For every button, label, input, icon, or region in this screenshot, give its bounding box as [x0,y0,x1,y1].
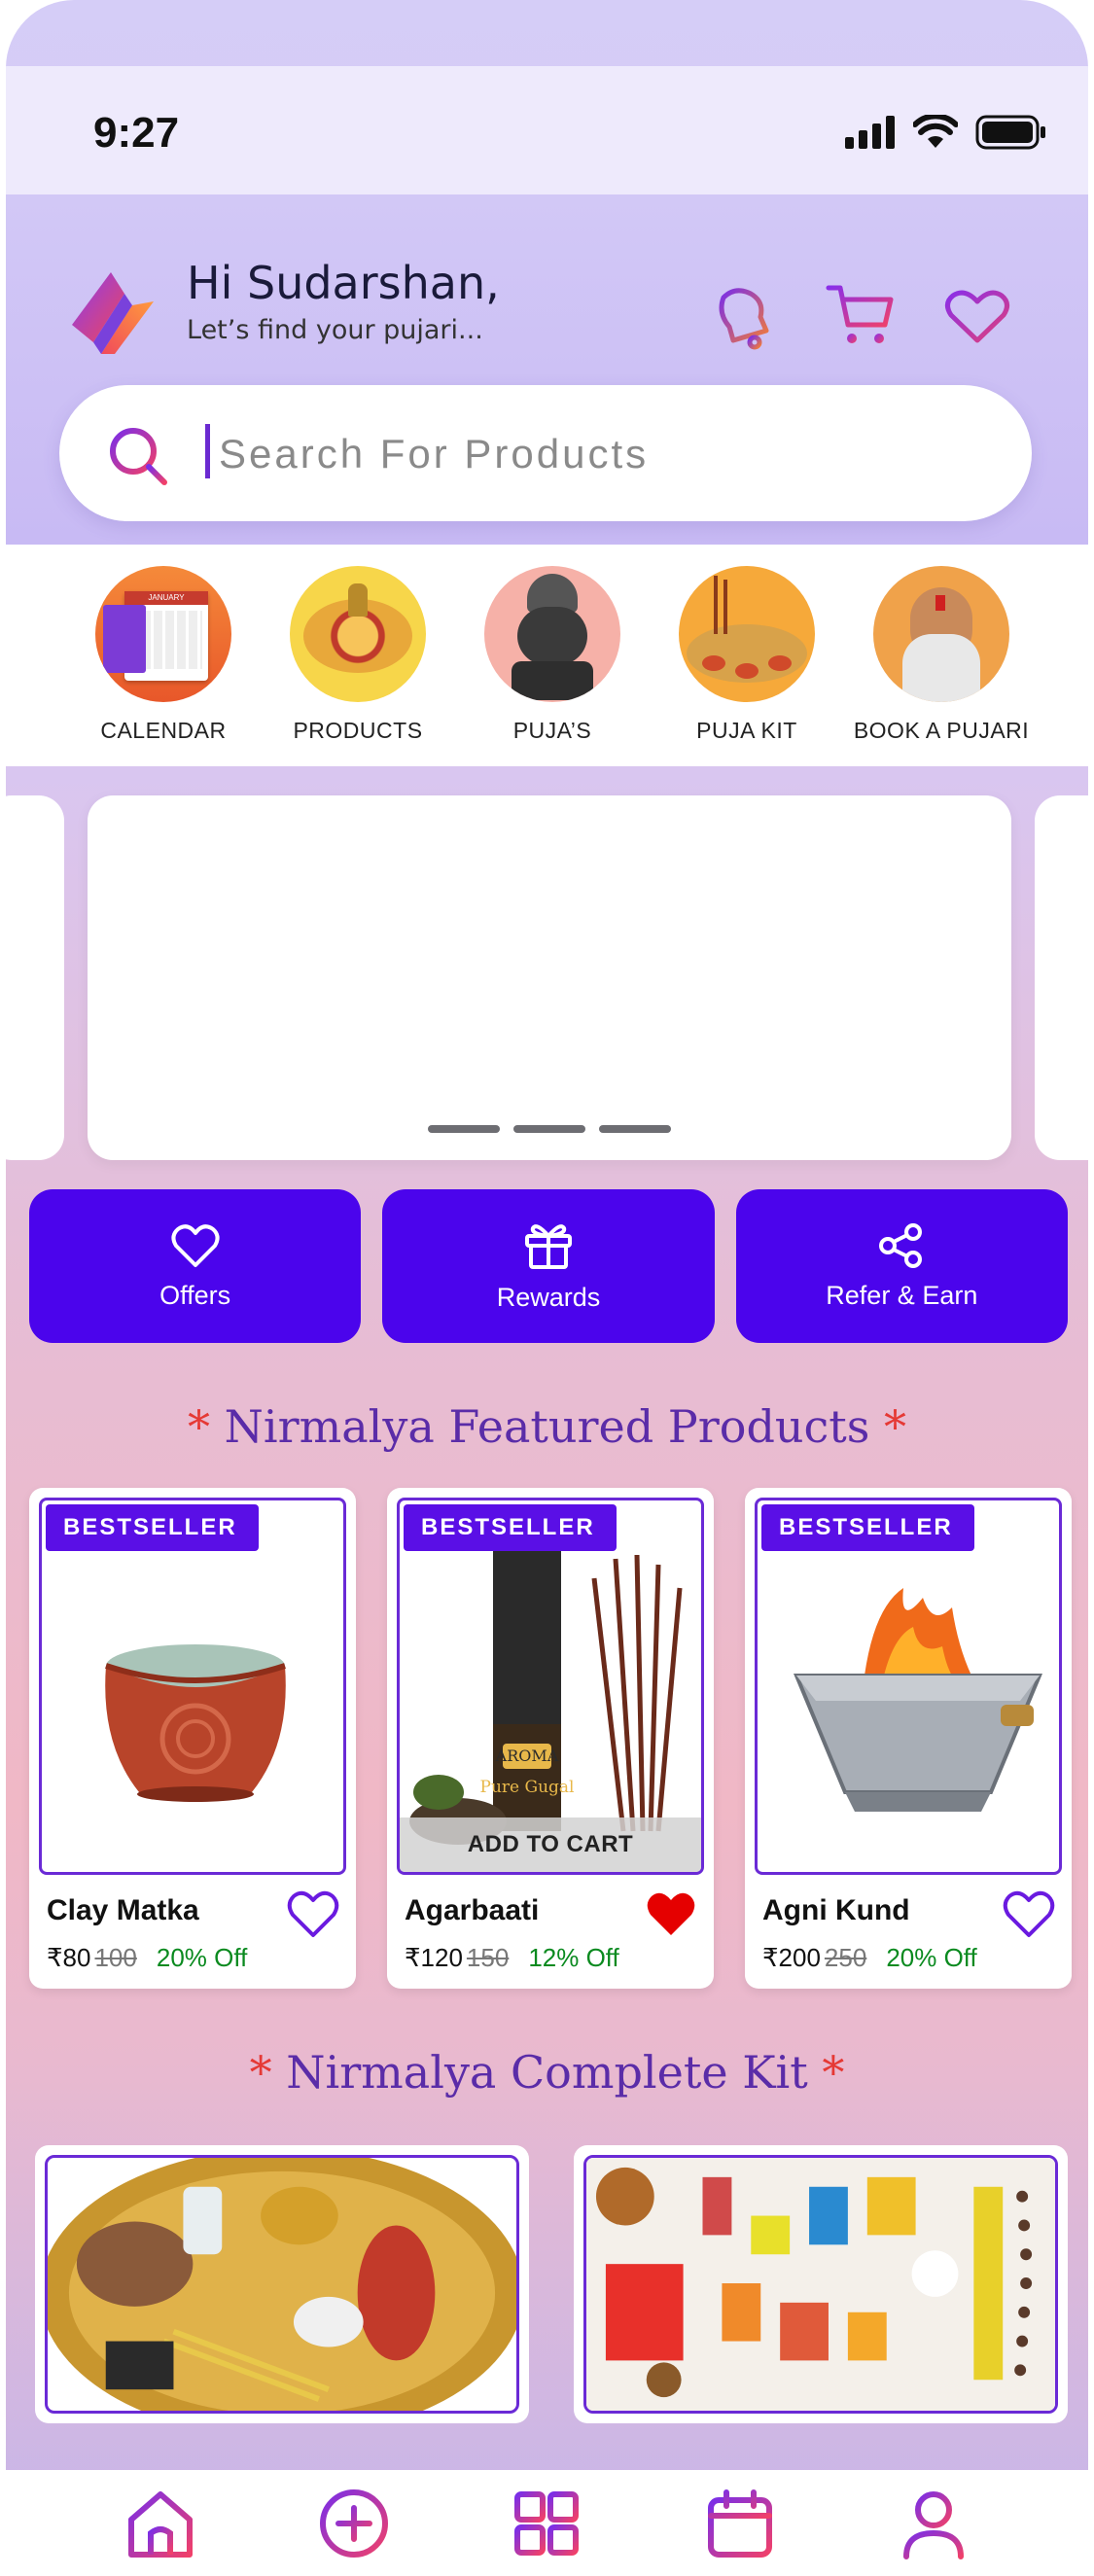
product-price: ₹200 250 20% Off [762,1943,977,1972]
pujas-thumbnail [484,566,620,702]
kit-card-2[interactable] [574,2145,1068,2423]
category-row: JANUARY CALENDAR PRODUCTS PUJA’S PUJA KI… [6,545,1088,766]
featured-products-list: BESTSELLER Clay Matka ₹80 100 20% Off BE… [23,1488,1074,1989]
kit-card-1[interactable] [35,2145,529,2423]
refer-earn-button[interactable]: Refer & Earn [735,1189,1068,1343]
product-name: Clay Matka [47,1894,199,1926]
banner-prev-slide[interactable] [6,795,64,1160]
product-card-agni-kund[interactable]: BESTSELLER Agni Kund ₹200 250 20% Off [745,1488,1072,1989]
svg-text:AROMA: AROMA [495,1747,559,1765]
battery-icon [975,115,1045,150]
wifi-icon [913,115,958,148]
product-image[interactable]: BESTSELLER AROMA Pure Gugal ADD TO CART [397,1498,704,1875]
heart-icon [171,1223,220,1267]
product-image[interactable]: BESTSELLER [755,1498,1062,1875]
category-calendar[interactable]: JANUARY CALENDAR [66,566,261,744]
clay-matka-image [105,1644,286,1802]
status-bar: 9:27 [6,66,1088,194]
favorite-heart-icon[interactable] [1002,1887,1056,1941]
pujari-thumbnail [873,566,1009,702]
carousel-dot[interactable] [513,1125,585,1133]
carousel-dot[interactable] [599,1125,671,1133]
bestseller-badge: BESTSELLER [404,1504,617,1551]
phone-screen: 9:27 Hi Sudarshan, Let’s find your pujar… [6,0,1088,2576]
profile-icon[interactable] [895,2485,972,2562]
bottom-navigation [6,2470,1088,2576]
product-name: Agni Kund [762,1894,910,1926]
calendar-icon[interactable] [701,2485,779,2562]
category-book-pujari[interactable]: BOOK A PUJARI [844,566,1039,744]
category-pujas[interactable]: PUJA’S [455,566,650,744]
kit-image [45,2155,519,2414]
category-puja-kit[interactable]: PUJA KIT [650,566,844,744]
rewards-button[interactable]: Rewards [382,1189,715,1343]
status-time: 9:27 [93,109,180,157]
text-cursor [205,424,210,478]
notification-bell-icon[interactable] [706,280,778,352]
app-header: Hi Sudarshan, Let’s find your pujari... [6,194,1088,545]
agni-kund-image [794,1588,1042,1812]
kit-image [583,2155,1058,2414]
wishlist-heart-icon[interactable] [941,280,1013,352]
app-logo [72,272,154,354]
add-circle-icon[interactable] [315,2485,393,2562]
complete-kit-title: * Nirmalya Complete Kit * [249,2046,845,2099]
bestseller-badge: BESTSELLER [46,1504,259,1551]
greeting-title: Hi Sudarshan, [187,257,500,309]
quick-actions: Offers Rewards Refer & Earn [29,1189,1068,1343]
product-name: Agarbaati [405,1894,540,1926]
search-icon [110,428,167,485]
calendar-thumbnail: JANUARY [95,566,231,702]
favorite-heart-filled-icon[interactable] [644,1887,698,1941]
product-card-agarbaati[interactable]: BESTSELLER AROMA Pure Gugal ADD TO CART … [387,1488,714,1989]
product-image[interactable]: BESTSELLER [39,1498,346,1875]
banner-next-slide[interactable] [1035,795,1088,1160]
favorite-heart-icon[interactable] [286,1887,340,1941]
product-price: ₹120 150 12% Off [405,1943,619,1972]
bestseller-badge: BESTSELLER [761,1504,974,1551]
products-thumbnail [290,566,426,702]
cart-icon[interactable] [825,280,897,352]
share-icon [879,1222,923,1268]
search-input[interactable] [219,420,977,488]
home-icon[interactable] [122,2485,199,2562]
puja-kit-thumbnail [679,566,815,702]
signal-icon [845,116,895,149]
greeting-subtitle: Let’s find your pujari... [187,315,483,345]
carousel-dot[interactable] [428,1125,500,1133]
product-card-clay-matka[interactable]: BESTSELLER Clay Matka ₹80 100 20% Off [29,1488,356,1989]
svg-text:Pure Gugal: Pure Gugal [480,1778,575,1797]
banner-slide[interactable] [88,795,1011,1160]
category-products[interactable]: PRODUCTS [261,566,455,744]
add-to-cart-button[interactable]: ADD TO CART [400,1817,701,1872]
grid-icon[interactable] [508,2485,585,2562]
search-bar[interactable] [59,385,1032,521]
featured-products-title: * Nirmalya Featured Products * [188,1400,906,1453]
offers-button[interactable]: Offers [29,1189,362,1343]
product-price: ₹80 100 20% Off [47,1943,248,1972]
carousel-indicator [88,1125,1011,1133]
gift-icon [524,1223,572,1269]
